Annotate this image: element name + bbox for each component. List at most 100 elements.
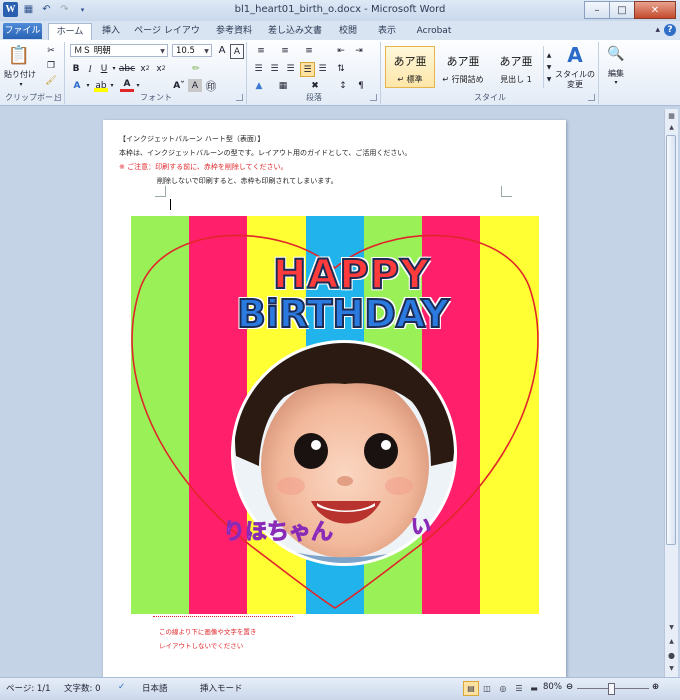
tab-references[interactable]: 参考資料 bbox=[212, 23, 256, 39]
page-count[interactable]: ページ: 1/1 bbox=[6, 682, 51, 694]
distributed-icon[interactable]: ☰ bbox=[316, 62, 329, 75]
change-styles-icon[interactable]: A bbox=[556, 43, 594, 67]
clipboard-launcher-icon[interactable] bbox=[54, 94, 61, 101]
chevron-down-icon[interactable]: ▾ bbox=[612, 78, 620, 86]
insert-mode-indicator[interactable]: 挿入モード bbox=[200, 682, 243, 694]
bold-icon[interactable]: B bbox=[70, 62, 82, 75]
scroll-up-icon[interactable]: ▲ bbox=[665, 121, 678, 134]
numbering-icon[interactable]: ≡ bbox=[276, 44, 294, 57]
sort-icon[interactable]: ↕ bbox=[336, 79, 350, 92]
style-heading-1[interactable]: あア亜 見出し 1 bbox=[491, 46, 541, 88]
change-styles-label[interactable]: スタイルの bbox=[554, 69, 596, 79]
maximize-button[interactable]: □ bbox=[609, 1, 635, 19]
tab-file[interactable]: ファイル bbox=[3, 23, 42, 39]
align-right-icon[interactable]: ☰ bbox=[284, 62, 297, 75]
tab-view[interactable]: 表示 bbox=[372, 23, 402, 39]
zoom-out-icon[interactable]: ⊖ bbox=[566, 682, 573, 692]
copy-icon[interactable]: ❐ bbox=[44, 59, 58, 72]
underline-icon[interactable]: U bbox=[98, 62, 110, 75]
chevron-down-icon[interactable]: ▼ bbox=[547, 64, 552, 71]
zoom-in-icon[interactable]: ⊕ bbox=[652, 682, 659, 692]
styles-scroll[interactable]: ▲ ▼ ▼ bbox=[543, 46, 554, 88]
outline-view-button[interactable]: ☰ bbox=[511, 681, 527, 696]
language-indicator[interactable]: 日本語 bbox=[142, 682, 168, 694]
align-left-icon[interactable]: ☰ bbox=[252, 62, 265, 75]
paste-button[interactable]: 貼り付け bbox=[3, 69, 37, 80]
decrease-indent-icon[interactable]: ⇤ bbox=[334, 44, 348, 57]
asian-layout-icon[interactable]: ✖ bbox=[308, 79, 322, 92]
paste-dropdown-icon[interactable]: ▾ bbox=[17, 80, 25, 88]
enclose-char-icon[interactable]: ㊞ bbox=[204, 79, 218, 93]
subscript-icon[interactable]: x2 bbox=[138, 62, 152, 75]
tab-mailings[interactable]: 差し込み文書 bbox=[266, 23, 324, 39]
justify-icon[interactable]: ☰ bbox=[300, 62, 315, 77]
shading-icon[interactable]: ▲ bbox=[252, 79, 266, 92]
scroll-down-icon[interactable]: ▼ bbox=[665, 621, 678, 634]
underline-dropdown-icon[interactable]: ▾ bbox=[110, 62, 118, 75]
format-painter-icon[interactable]: 🖌 bbox=[44, 74, 58, 87]
font-launcher-icon[interactable] bbox=[236, 94, 243, 101]
ribbon-minimize-icon[interactable]: ▴ bbox=[655, 25, 660, 35]
zoom-level[interactable]: 80% bbox=[543, 682, 562, 692]
scroll-thumb[interactable] bbox=[666, 135, 676, 545]
styles-launcher-icon[interactable] bbox=[588, 94, 595, 101]
tab-acrobat[interactable]: Acrobat bbox=[412, 23, 456, 39]
font-name-combo[interactable]: ＭＳ 明朝 ▼ bbox=[70, 44, 168, 57]
tab-review[interactable]: 校閲 bbox=[333, 23, 363, 39]
previous-page-icon[interactable]: ▲ bbox=[665, 635, 678, 648]
font-size-combo[interactable]: 10.5 ▼ bbox=[172, 44, 212, 57]
change-case-icon[interactable]: Aˇ bbox=[172, 79, 186, 92]
font-color-icon[interactable]: A bbox=[120, 79, 134, 92]
borders-icon[interactable]: ▦ bbox=[276, 79, 290, 92]
char-border-icon[interactable]: A bbox=[230, 44, 244, 59]
help-icon[interactable]: ? bbox=[664, 24, 676, 36]
balloon-artwork[interactable]: HAPPY BiRTHDAY りほちゃん い bbox=[131, 216, 539, 614]
char-shading-icon[interactable]: A bbox=[188, 79, 202, 92]
multilevel-list-icon[interactable]: ≡ bbox=[300, 44, 318, 57]
proofing-icon[interactable]: ✓ bbox=[118, 682, 125, 692]
bullets-icon[interactable]: ≡ bbox=[252, 44, 270, 57]
browse-object-icon[interactable]: ● bbox=[665, 649, 678, 662]
chevron-up-icon[interactable]: ▲ bbox=[547, 52, 552, 59]
minimize-button[interactable]: – bbox=[584, 1, 610, 19]
chevron-down-icon[interactable]: ▼ bbox=[158, 45, 167, 56]
change-styles-label-2[interactable]: 変更 bbox=[554, 79, 596, 89]
web-layout-view-button[interactable]: ◎ bbox=[495, 681, 511, 696]
chevron-down-icon[interactable]: ▾ bbox=[108, 79, 116, 92]
cut-icon[interactable]: ✂ bbox=[44, 44, 58, 57]
style-normal[interactable]: あア亜 ↵ 標準 bbox=[385, 46, 435, 88]
draft-view-button[interactable]: ▬ bbox=[526, 681, 542, 696]
paste-icon[interactable]: 📋 bbox=[6, 44, 32, 66]
chevron-down-icon[interactable]: ▼ bbox=[202, 45, 211, 56]
vertical-scrollbar[interactable]: ▦ ▲ ▼ ▲ ● ▼ bbox=[664, 109, 678, 677]
chevron-down-icon[interactable]: ▾ bbox=[134, 79, 142, 92]
paragraph-launcher-icon[interactable] bbox=[370, 94, 377, 101]
document-page[interactable]: 【インクジェットバルーン ハート型（表面）】 本枠は、インクジェットバルーンの型… bbox=[103, 120, 566, 680]
show-marks-icon[interactable]: ¶ bbox=[354, 79, 368, 92]
next-page-icon[interactable]: ▼ bbox=[665, 662, 678, 675]
chevron-down-icon[interactable]: ▾ bbox=[84, 79, 92, 92]
tab-home[interactable]: ホーム bbox=[48, 23, 92, 41]
more-icon[interactable]: ▼ bbox=[547, 76, 552, 83]
italic-icon[interactable]: I bbox=[84, 62, 96, 75]
editing-button[interactable]: 編集 bbox=[600, 68, 632, 78]
styles-group: あア亜 ↵ 標準 あア亜 ↵ 行間詰め あア亜 見出し 1 ▲ ▼ ▼ A スタイル… bbox=[382, 42, 599, 104]
style-no-spacing[interactable]: あア亜 ↵ 行間詰め bbox=[438, 46, 488, 88]
word-count[interactable]: 文字数: 0 bbox=[64, 682, 100, 694]
clear-format-icon[interactable]: ✏ bbox=[188, 62, 204, 75]
strikethrough-icon[interactable]: abc bbox=[119, 62, 135, 75]
print-layout-view-button[interactable]: ▤ bbox=[463, 681, 479, 696]
grow-font-icon[interactable]: A bbox=[216, 44, 228, 57]
superscript-icon[interactable]: x2 bbox=[154, 62, 168, 75]
increase-indent-icon[interactable]: ⇥ bbox=[352, 44, 366, 57]
text-effects-icon[interactable]: A bbox=[70, 79, 84, 92]
line-spacing-icon[interactable]: ⇅ bbox=[334, 62, 348, 75]
full-screen-reading-view-button[interactable]: ◫ bbox=[479, 681, 495, 696]
align-center-icon[interactable]: ☰ bbox=[268, 62, 281, 75]
tab-insert[interactable]: 挿入 bbox=[96, 23, 126, 39]
zoom-slider-knob[interactable] bbox=[608, 683, 615, 695]
find-icon[interactable]: 🔍 bbox=[604, 44, 628, 64]
highlight-icon[interactable]: ab bbox=[94, 79, 108, 92]
close-button[interactable]: ✕ bbox=[634, 1, 676, 19]
tab-page-layout[interactable]: ページ レイアウト bbox=[134, 23, 200, 52]
